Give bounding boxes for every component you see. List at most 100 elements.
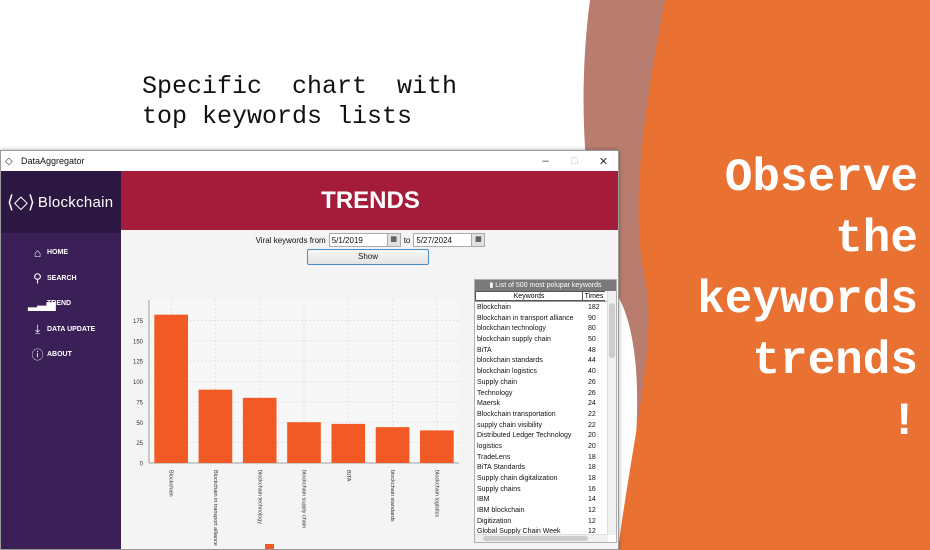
table-row[interactable]: Supply chain digitalization 18: [475, 474, 608, 485]
table-row[interactable]: Maersk 24: [475, 399, 608, 410]
minimize-button[interactable]: –: [531, 155, 560, 167]
window-titlebar[interactable]: ◇ DataAggregator – □ ✕: [1, 151, 618, 171]
table-row[interactable]: Digitization 12: [475, 517, 608, 528]
times-cell: 40: [588, 368, 596, 376]
table-row[interactable]: logistics 20: [475, 442, 608, 453]
list-columns: Keywords Times: [475, 291, 616, 302]
keyword-cell: Distributed Ledger Technology: [477, 432, 572, 440]
times-cell: 90: [588, 314, 596, 322]
times-cell: 48: [588, 346, 596, 354]
table-row[interactable]: Distributed Ledger Technology 20: [475, 431, 608, 442]
y-tick-label: 0: [140, 462, 144, 468]
slide-caption: Specific chart with top keywords lists: [142, 72, 458, 131]
table-row[interactable]: TradeLens 18: [475, 453, 608, 464]
vertical-scrollbar[interactable]: [607, 291, 616, 535]
table-row[interactable]: Supply chain 26: [475, 378, 608, 389]
times-cell: 182: [588, 304, 600, 311]
sidebar-item-search[interactable]: ⚲ SEARCH: [1, 266, 121, 292]
times-cell: 18: [588, 464, 596, 472]
sidebar-item-about[interactable]: ⓘ ABOUT: [1, 342, 121, 368]
y-tick-label: 150: [133, 339, 144, 345]
times-cell: 26: [588, 378, 596, 386]
table-row[interactable]: BiTA Standards 18: [475, 463, 608, 474]
sidebar-item-trend[interactable]: ▂▃▅ TREND: [1, 291, 121, 317]
keyword-cell: Supply chains: [477, 485, 521, 493]
page-banner: TRENDS: [121, 171, 618, 230]
calendar-icon[interactable]: ▦: [386, 234, 400, 246]
blockchain-logo-icon: ⟨◇⟩: [7, 191, 35, 212]
to-date-value[interactable]: 5/27/2024: [414, 236, 471, 245]
maximize-button[interactable]: □: [560, 155, 589, 167]
table-row[interactable]: blockchain standards 44: [475, 356, 608, 367]
scroll-thumb[interactable]: [483, 536, 588, 541]
headline-line: Observe: [724, 152, 918, 204]
close-button[interactable]: ✕: [589, 155, 618, 168]
x-tick-label: blockchain logistics: [433, 470, 439, 517]
sidebar-item-data-update[interactable]: ⤓ DATA UPDATE: [1, 317, 121, 343]
y-tick-label: 125: [133, 360, 144, 366]
sidebar-nav: ⌂ HOME ⚲ SEARCH ▂▃▅ TREND ⤓ DATA UPDATE: [1, 233, 121, 368]
table-row[interactable]: Supply chains 16: [475, 485, 608, 496]
table-row[interactable]: supply chain visibility 22: [475, 421, 608, 432]
sidebar-item-home[interactable]: ⌂ HOME: [1, 240, 121, 266]
from-date-picker[interactable]: 5/1/2019 ▦: [328, 233, 401, 247]
keyword-cell: blockchain supply chain: [477, 336, 551, 344]
keyword-cell: Supply chain: [477, 378, 518, 386]
date-filter: Viral keywords from 5/1/2019 ▦ to 5/27/2…: [121, 232, 618, 248]
calendar-icon[interactable]: ▦: [471, 234, 485, 246]
keyword-cell: BiTA: [477, 346, 492, 354]
y-tick-label: 25: [136, 441, 143, 447]
info-icon: ⓘ: [31, 348, 44, 363]
bar: [331, 423, 366, 463]
list-title: List of 500 most polupar keywords: [495, 282, 602, 289]
keyword-cell: Blockchain in transport alliance: [477, 314, 574, 322]
keyword-cell: blockchain standards: [477, 357, 543, 365]
filter-label: Viral keywords from: [255, 235, 326, 245]
y-tick-label: 75: [136, 400, 143, 406]
table-row[interactable]: blockchain supply chain 50: [475, 335, 608, 346]
headline-line: keywords: [697, 274, 918, 326]
to-date-picker[interactable]: 5/27/2024 ▦: [413, 233, 486, 247]
column-header-keywords[interactable]: Keywords: [475, 291, 583, 301]
table-row[interactable]: IBM 14: [475, 495, 608, 506]
x-tick-label: blockchain technology: [256, 470, 262, 524]
keyword-cell: logistics: [477, 442, 502, 450]
slide: Specific chart with top keywords lists O…: [0, 0, 930, 550]
times-cell: 50: [588, 336, 596, 344]
column-header-times[interactable]: Times: [583, 291, 605, 301]
x-tick-label: Blockchain: [168, 470, 174, 497]
x-tick-label: blockchain supply chain: [301, 470, 307, 528]
table-row[interactable]: Blockchain 182: [475, 303, 608, 314]
keyword-cell: blockchain technology: [477, 325, 546, 333]
list-header: ▮ List of 500 most polupar keywords: [475, 280, 616, 291]
headline-line: !: [890, 396, 918, 448]
table-row[interactable]: IBM blockchain 12: [475, 506, 608, 517]
sidebar-item-label: DATA UPDATE: [47, 325, 96, 333]
app-logo-icon: ◇: [5, 155, 13, 167]
table-row[interactable]: blockchain technology 80: [475, 324, 608, 335]
table-row[interactable]: BiTA 48: [475, 346, 608, 357]
headline-line: the: [835, 213, 918, 265]
times-cell: 18: [588, 453, 596, 461]
main-content: TRENDS Viral keywords from 5/1/2019 ▦ to…: [121, 171, 618, 549]
headline-line: trends: [752, 335, 918, 387]
bar: [198, 389, 233, 463]
times-cell: 12: [588, 507, 596, 515]
from-date-value[interactable]: 5/1/2019: [330, 236, 387, 245]
keyword-cell: IBM blockchain: [477, 507, 525, 515]
keyword-cell: IBM: [477, 496, 490, 504]
times-cell: 12: [588, 517, 596, 525]
x-tick-label: BiTA: [345, 470, 351, 482]
keyword-list-panel: ▮ List of 500 most polupar keywords Keyw…: [474, 279, 617, 543]
scroll-thumb[interactable]: [609, 303, 615, 358]
table-row[interactable]: blockchain logistics 40: [475, 367, 608, 378]
horizontal-scrollbar[interactable]: [475, 534, 608, 542]
table-row[interactable]: Blockchain transportation 22: [475, 410, 608, 421]
show-button[interactable]: Show: [307, 249, 429, 265]
keyword-cell: Blockchain: [477, 304, 511, 311]
table-row[interactable]: Technology 26: [475, 389, 608, 400]
brand-name: Blockchain: [37, 193, 114, 211]
times-cell: 20: [588, 442, 596, 450]
keyword-cell: Technology: [477, 389, 513, 397]
table-row[interactable]: Blockchain in transport alliance 90: [475, 314, 608, 325]
